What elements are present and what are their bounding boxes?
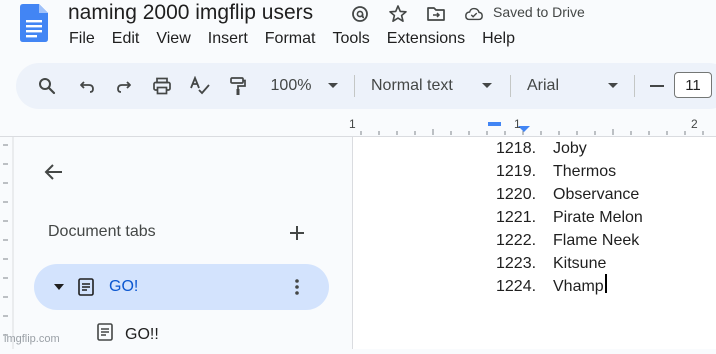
horizontal-ruler[interactable]: [352, 117, 716, 137]
document-tab-icon: [95, 322, 115, 347]
back-arrow-icon[interactable]: [42, 160, 66, 184]
list-text: Flame Neek: [553, 232, 640, 249]
zoom-select[interactable]: 100%: [268, 63, 314, 109]
add-tab-icon[interactable]: [286, 222, 308, 244]
collapse-caret-icon[interactable]: [52, 280, 66, 294]
decrease-font-size-icon[interactable]: [646, 63, 668, 109]
list-item: 1218. Joby: [496, 137, 643, 160]
ruler-label: 2: [691, 117, 698, 131]
list-text: Pirate Melon: [553, 209, 643, 226]
list-item: 1221. Pirate Melon: [496, 206, 643, 229]
toolbar-divider: [634, 75, 635, 97]
menu-view[interactable]: View: [156, 30, 190, 48]
tab-item-selected[interactable]: GO!: [34, 264, 329, 310]
zoom-dropdown-icon[interactable]: [326, 63, 340, 109]
font-dropdown-icon[interactable]: [606, 63, 620, 109]
numbered-list[interactable]: 1218. Joby 1219. Thermos 1220. Observance 1…: [496, 137, 643, 298]
list-text: Vhamp: [553, 278, 604, 295]
list-item: 1224. Vhamp: [496, 274, 643, 298]
text-cursor: [604, 274, 607, 293]
tab-item[interactable]: GO!!: [95, 322, 159, 347]
save-status: Saved to Drive: [493, 4, 585, 20]
list-number: 1219.: [496, 163, 537, 180]
ruler-label: 1: [349, 117, 356, 131]
star-icon[interactable]: [388, 4, 408, 24]
list-item: 1220. Observance: [496, 183, 643, 206]
list-item: 1219. Thermos: [496, 160, 643, 183]
redo-icon[interactable]: [113, 63, 135, 109]
menu-tools[interactable]: Tools: [332, 30, 369, 48]
tab-label: GO!: [109, 278, 139, 295]
list-number: 1223.: [496, 255, 537, 272]
toolbar: 100% Normal text Arial: [16, 63, 716, 109]
toolbar-divider: [510, 75, 511, 97]
list-number: 1218.: [496, 140, 537, 157]
menu-help[interactable]: Help: [482, 30, 515, 48]
menu-file[interactable]: File: [69, 30, 95, 48]
document-tab-icon: [76, 277, 96, 297]
print-icon[interactable]: [150, 63, 174, 109]
menu-edit[interactable]: Edit: [112, 30, 140, 48]
style-dropdown-icon[interactable]: [480, 63, 494, 109]
tab-link-icon[interactable]: [350, 4, 370, 24]
search-menus-icon[interactable]: [36, 63, 58, 109]
paragraph-style-select[interactable]: Normal text: [371, 63, 465, 109]
document-tabs-heading: Document tabs: [48, 223, 156, 240]
font-select[interactable]: Arial: [527, 63, 577, 109]
menu-bar: File Edit View Insert Format Tools Exten…: [69, 30, 532, 48]
spellcheck-icon[interactable]: [188, 63, 212, 109]
first-line-indent-marker: [488, 122, 501, 126]
vertical-ruler[interactable]: [0, 137, 14, 349]
list-text: Joby: [553, 140, 587, 157]
move-folder-icon[interactable]: [426, 4, 446, 24]
cloud-saved-icon[interactable]: [464, 4, 484, 24]
more-options-icon[interactable]: [286, 276, 308, 298]
list-text: Observance: [553, 186, 640, 203]
menu-insert[interactable]: Insert: [208, 30, 248, 48]
list-number: 1221.: [496, 209, 537, 226]
paint-format-icon[interactable]: [226, 63, 250, 109]
tab-label: GO!!: [125, 325, 159, 343]
menu-extensions[interactable]: Extensions: [387, 30, 465, 48]
list-item: 1223. Kitsune: [496, 252, 643, 275]
docs-logo-icon[interactable]: [20, 4, 48, 42]
toolbar-divider: [354, 75, 355, 97]
undo-icon[interactable]: [76, 63, 98, 109]
document-title[interactable]: naming 2000 imgflip users: [68, 1, 313, 25]
list-number: 1222.: [496, 232, 537, 249]
watermark: imgflip.com: [4, 333, 60, 345]
font-size-input[interactable]: 11: [674, 72, 712, 98]
menu-format[interactable]: Format: [265, 30, 316, 48]
list-text: Kitsune: [553, 255, 607, 272]
list-text: Thermos: [553, 163, 617, 180]
ruler-label: 1: [514, 117, 521, 131]
list-number: 1224.: [496, 278, 537, 295]
list-item: 1222. Flame Neek: [496, 229, 643, 252]
list-number: 1220.: [496, 186, 537, 203]
